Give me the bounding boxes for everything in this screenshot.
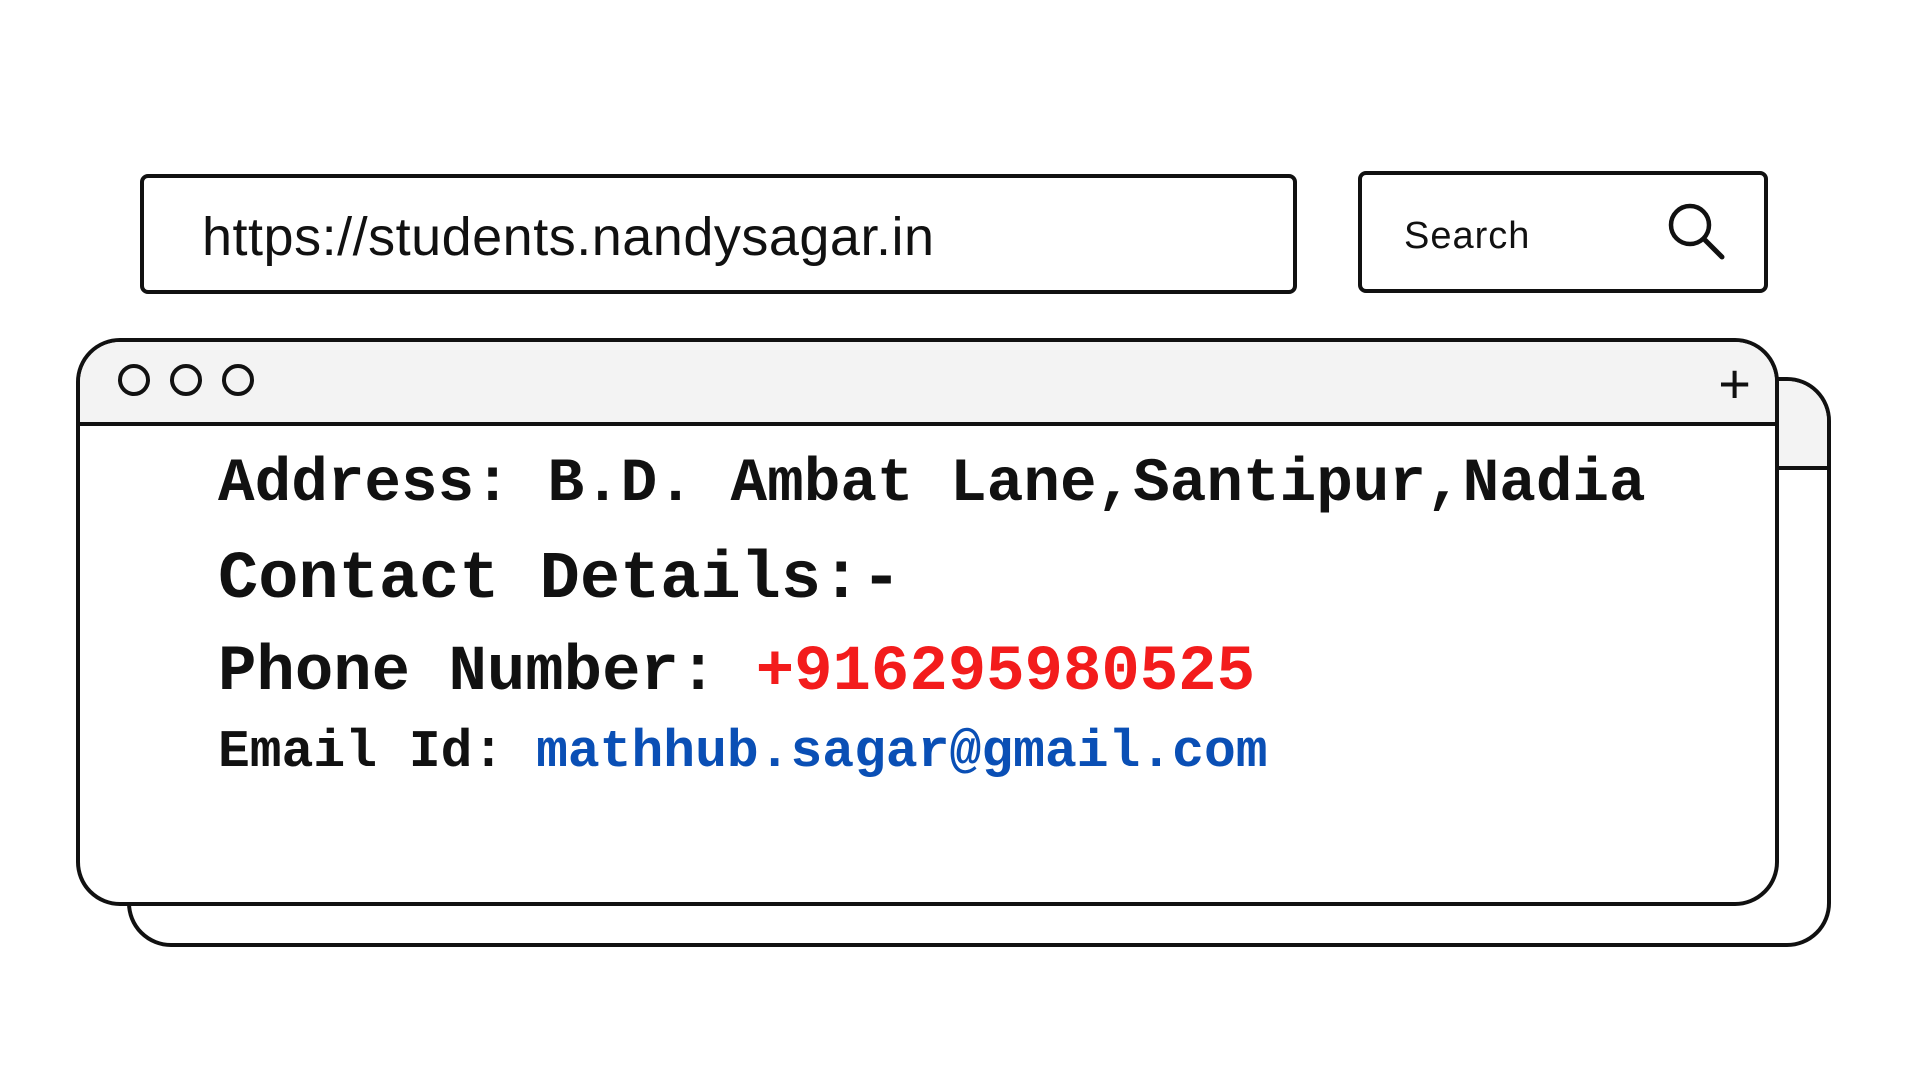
email-link[interactable]: mathhub.sagar@gmail.com bbox=[536, 722, 1268, 782]
url-bar[interactable]: https://students.nandysagar.in bbox=[140, 174, 1297, 294]
search-icon[interactable] bbox=[1664, 199, 1730, 265]
window-header: + bbox=[80, 342, 1775, 426]
url-text: https://students.nandysagar.in bbox=[202, 207, 935, 267]
address-line: Address: B.D. Ambat Lane,Santipur,Nadia bbox=[218, 450, 1646, 519]
address-label: Address: bbox=[218, 450, 511, 519]
email-line: Email Id: mathhub.sagar@gmail.com bbox=[218, 722, 1268, 782]
window-control-icon[interactable] bbox=[170, 364, 202, 396]
window-control-icon[interactable] bbox=[222, 364, 254, 396]
email-label: Email Id: bbox=[218, 722, 505, 782]
search-placeholder: Search bbox=[1404, 215, 1531, 257]
plus-icon[interactable]: + bbox=[1718, 356, 1751, 412]
phone-label: Phone Number: bbox=[218, 637, 718, 709]
contact-heading: Contact Details:- bbox=[218, 542, 902, 618]
address-value: B.D. Ambat Lane,Santipur,Nadia bbox=[547, 450, 1646, 519]
browser-window: + Address: B.D. Ambat Lane,Santipur,Nadi… bbox=[76, 338, 1779, 906]
window-control-icon[interactable] bbox=[118, 364, 150, 396]
phone-line: Phone Number: +916295980525 bbox=[218, 637, 1255, 709]
search-box[interactable]: Search bbox=[1358, 171, 1768, 293]
phone-value[interactable]: +916295980525 bbox=[756, 637, 1255, 709]
